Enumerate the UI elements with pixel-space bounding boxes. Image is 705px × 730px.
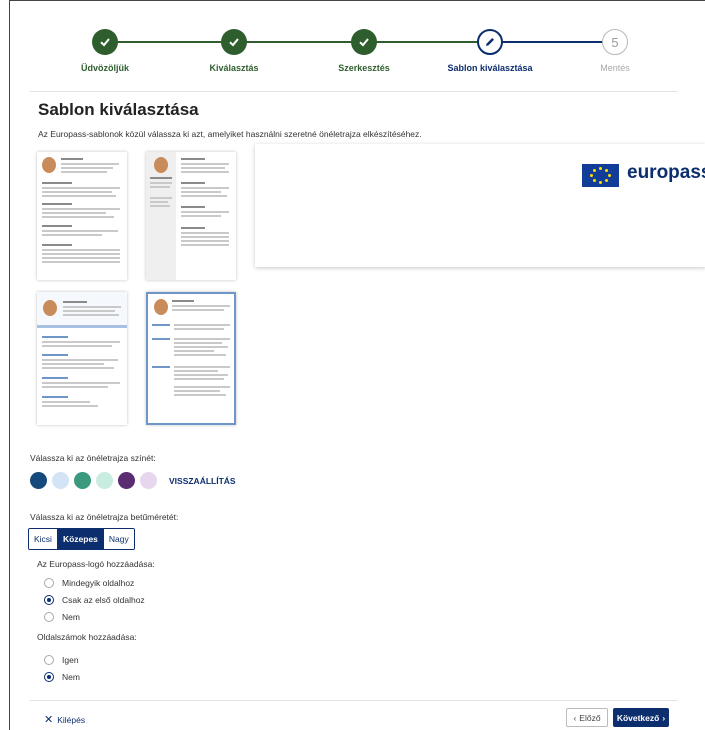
step-save: 5 Mentés xyxy=(555,29,675,73)
progress-stepper: Üdvözöljük Kiválasztás Szerkesztés Sablo… xyxy=(10,1,705,91)
app-frame: Üdvözöljük Kiválasztás Szerkesztés Sablo… xyxy=(9,0,705,730)
checkmark-icon xyxy=(351,29,377,55)
font-size-small[interactable]: Kicsi xyxy=(29,529,57,549)
step-label: Kiválasztás xyxy=(209,63,259,73)
font-size-large[interactable]: Nagy xyxy=(102,529,134,549)
next-label: Következő xyxy=(616,712,660,723)
color-swatch[interactable] xyxy=(140,472,157,489)
template-thumbnail-selected[interactable] xyxy=(146,292,236,425)
divider xyxy=(30,700,678,701)
radio-label: Igen xyxy=(62,655,79,665)
radio-label: Nem xyxy=(62,612,80,622)
avatar xyxy=(43,300,57,316)
radio-button[interactable] xyxy=(44,595,54,605)
step-editing[interactable]: Szerkesztés xyxy=(304,29,424,73)
template-thumbnail[interactable] xyxy=(37,152,127,280)
template-preview: europass xyxy=(255,144,705,267)
previous-label: Előző xyxy=(579,712,601,723)
radio-label: Mindegyik oldalhoz xyxy=(62,578,135,588)
logo-option-first-page[interactable]: Csak az első oldalhoz xyxy=(44,595,145,605)
radio-button[interactable] xyxy=(44,672,54,682)
page-numbers-label: Oldalszámok hozzáadása: xyxy=(37,632,137,642)
color-swatch[interactable] xyxy=(74,472,91,489)
font-size-label: Válassza ki az önéletrajza betűméretét: xyxy=(30,512,179,522)
checkmark-icon xyxy=(221,29,247,55)
step-label: Üdvözöljük xyxy=(80,63,129,73)
radio-button[interactable] xyxy=(44,612,54,622)
step-selection[interactable]: Kiválasztás xyxy=(174,29,294,73)
color-swatch[interactable] xyxy=(118,472,135,489)
radio-label: Csak az első oldalhoz xyxy=(62,595,145,605)
radio-label: Nem xyxy=(62,672,80,682)
color-label: Válassza ki az önéletrajza színét: xyxy=(30,453,156,463)
exit-button[interactable]: ✕ Kilépés xyxy=(44,713,85,726)
radio-button[interactable] xyxy=(44,578,54,588)
chevron-right-icon: › xyxy=(662,712,666,723)
step-template-selection[interactable]: Sablon kiválasztása xyxy=(430,29,550,73)
previous-button[interactable]: ‹ Előző xyxy=(566,708,608,727)
color-swatches: VISSZAÁLLÍTÁS xyxy=(30,472,236,489)
step-label: Szerkesztés xyxy=(338,63,390,73)
template-thumbnail[interactable] xyxy=(146,152,236,280)
chevron-left-icon: ‹ xyxy=(573,712,577,723)
template-thumbnail[interactable] xyxy=(37,292,127,425)
europass-logo-text: europass xyxy=(627,162,705,183)
step-label: Mentés xyxy=(600,63,630,73)
checkmark-icon xyxy=(92,29,118,55)
eu-flag-icon xyxy=(582,164,619,187)
logo-label: Az Europass-logó hozzáadása: xyxy=(37,559,155,569)
close-icon: ✕ xyxy=(44,714,54,726)
logo-option-none[interactable]: Nem xyxy=(44,612,80,622)
color-swatch[interactable] xyxy=(30,472,47,489)
step-welcome[interactable]: Üdvözöljük xyxy=(45,29,165,73)
avatar xyxy=(154,157,168,173)
page-title: Sablon kiválasztása xyxy=(38,100,199,119)
next-button[interactable]: Következő › xyxy=(613,708,669,727)
logo-option-all-pages[interactable]: Mindegyik oldalhoz xyxy=(44,578,134,588)
color-swatch[interactable] xyxy=(52,472,69,489)
step-number: 5 xyxy=(602,29,628,55)
page-numbers-no[interactable]: Nem xyxy=(44,672,80,682)
page-numbers-yes[interactable]: Igen xyxy=(44,655,79,665)
font-size-toggle: Kicsi Közepes Nagy xyxy=(28,528,135,550)
pencil-icon xyxy=(477,29,503,55)
page-description: Az Europass-sablonok közül válassza ki a… xyxy=(38,129,422,139)
reset-color-button[interactable]: VISSZAÁLLÍTÁS xyxy=(169,476,236,486)
exit-label: Kilépés xyxy=(57,714,86,725)
divider xyxy=(30,91,678,92)
step-label: Sablon kiválasztása xyxy=(447,63,533,73)
font-size-medium[interactable]: Közepes xyxy=(56,529,103,549)
avatar xyxy=(154,299,168,315)
color-swatch[interactable] xyxy=(96,472,113,489)
radio-button[interactable] xyxy=(44,655,54,665)
avatar xyxy=(42,157,56,173)
